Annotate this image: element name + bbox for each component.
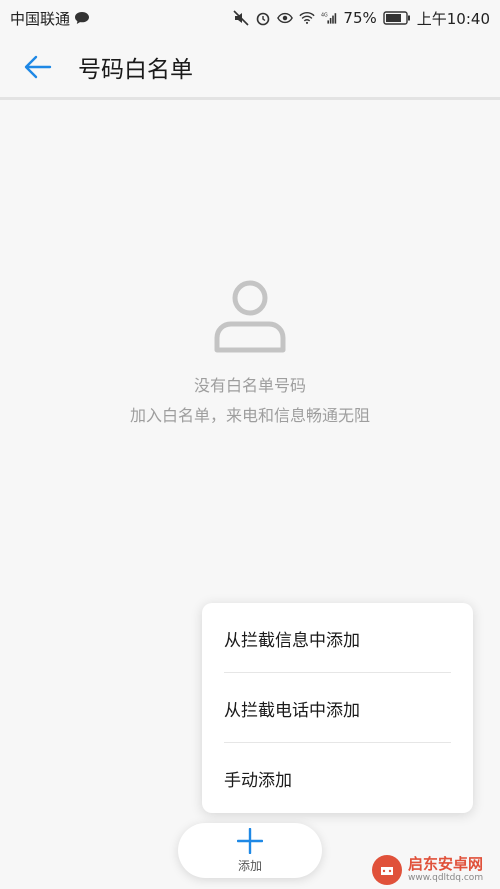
- alarm-icon: [255, 10, 271, 26]
- header-divider: [0, 97, 500, 100]
- watermark-url: www.qdltdq.com: [408, 872, 484, 883]
- signal-icon: 4G: [321, 10, 337, 26]
- add-from-blocked-messages[interactable]: 从拦截信息中添加: [202, 603, 473, 673]
- page-title: 号码白名单: [78, 57, 193, 83]
- battery-percent: 75%: [343, 9, 377, 27]
- message-bubble-icon: [74, 10, 90, 26]
- carrier-name: 中国联通: [10, 9, 71, 28]
- watermark-name: 启东安卓网: [408, 854, 484, 873]
- status-left: 中国联通: [10, 8, 90, 29]
- wifi-icon: [299, 10, 316, 26]
- plus-icon: [237, 827, 263, 854]
- empty-state: 没有白名单号码 加入白名单，来电和信息畅通无阻: [0, 278, 500, 426]
- watermark-logo-icon: [372, 854, 402, 885]
- empty-title: 没有白名单号码: [193, 376, 306, 395]
- clock: 上午10:40: [416, 9, 490, 28]
- add-button[interactable]: 添加: [178, 823, 322, 878]
- add-options-menu: 从拦截信息中添加 从拦截电话中添加 手动添加: [202, 603, 473, 813]
- add-button-label: 添加: [237, 858, 262, 873]
- svg-text:4G: 4G: [321, 12, 328, 18]
- status-right: 4G 75% 上午10:40: [233, 8, 490, 29]
- back-arrow-icon: [24, 55, 52, 79]
- back-button[interactable]: [0, 36, 76, 98]
- battery-icon: [383, 10, 411, 26]
- add-manually[interactable]: 手动添加: [202, 743, 473, 813]
- add-from-blocked-calls[interactable]: 从拦截电话中添加: [202, 673, 473, 743]
- eye-icon: [277, 10, 294, 26]
- watermark: 启东安卓网 www.qdltdq.com: [370, 850, 500, 889]
- status-bar: 中国联通 4G 75% 上午10:40: [0, 0, 500, 36]
- mute-icon: [233, 10, 249, 26]
- app-header: 号码白名单: [0, 36, 500, 98]
- person-icon: [214, 280, 286, 353]
- empty-subtitle: 加入白名单，来电和信息畅通无阻: [129, 406, 370, 425]
